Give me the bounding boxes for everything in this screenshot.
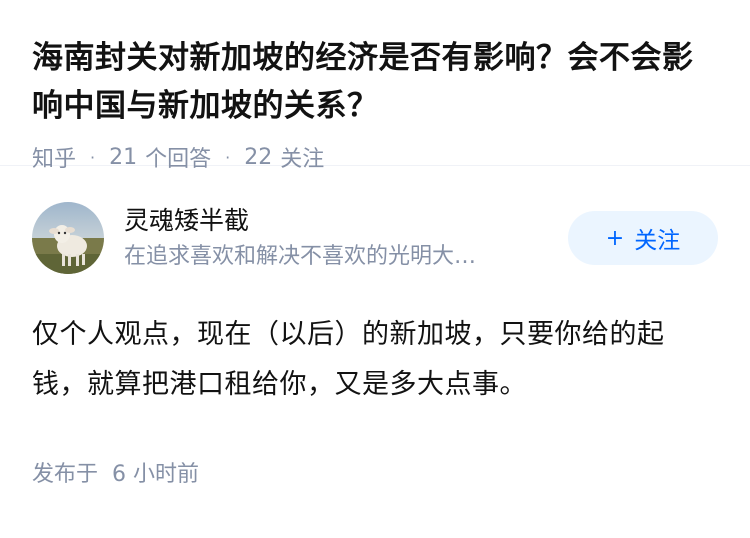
- author-bio: 在追求喜欢和解决不喜欢的光明大…: [124, 244, 477, 269]
- author-info: 灵魂矮半截 在追求喜欢和解决不喜欢的光明大…: [124, 203, 556, 273]
- answer-card: 灵魂矮半截 在追求喜欢和解决不喜欢的光明大… + 关注 仅个人观点，现在（以后）…: [0, 166, 750, 488]
- published-time: 6 小时前: [112, 462, 200, 487]
- follow-button[interactable]: + 关注: [568, 211, 718, 265]
- follow-button-label: 关注: [634, 228, 681, 254]
- avatar[interactable]: [32, 202, 104, 274]
- meta-separator: ·: [90, 147, 96, 167]
- answer-content[interactable]: 仅个人观点，现在（以后）的新加坡，只要你给的起钱，就算把港口租给你，又是多大点事…: [32, 310, 718, 410]
- published-label: 发布于: [32, 462, 99, 487]
- question-title[interactable]: 海南封关对新加坡的经济是否有影响？会不会影响中国与新加坡的关系？: [32, 34, 718, 130]
- plus-icon: +: [605, 225, 625, 251]
- author-name[interactable]: 灵魂矮半截: [124, 203, 556, 239]
- publish-info: 发布于 6 小时前: [32, 456, 718, 488]
- meta-separator: ·: [225, 147, 231, 167]
- author-row: 灵魂矮半截 在追求喜欢和解决不喜欢的光明大… + 关注: [32, 166, 718, 310]
- lamb-avatar-icon: [32, 202, 104, 274]
- question-header: 海南封关对新加坡的经济是否有影响？会不会影响中国与新加坡的关系？ 知乎 · 21…: [0, 0, 750, 172]
